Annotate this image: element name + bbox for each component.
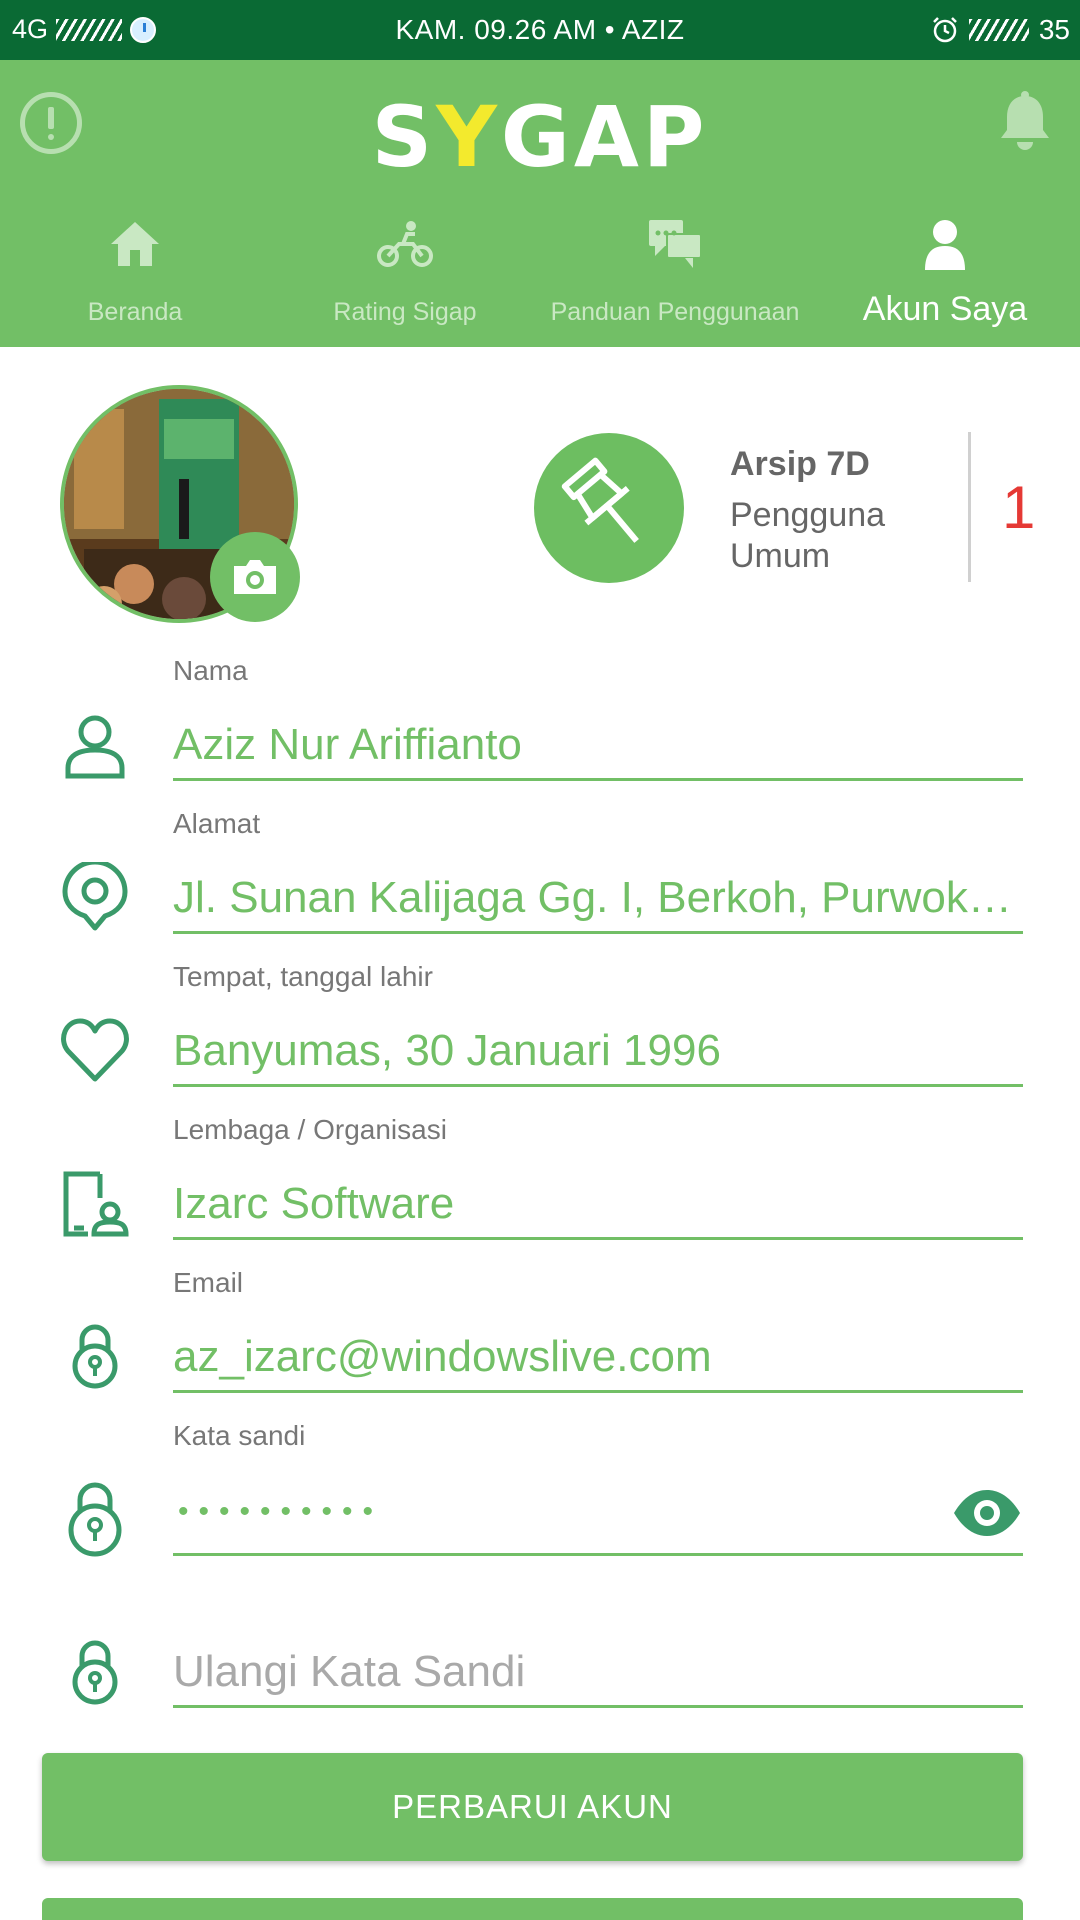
- org-underline: [173, 1237, 1023, 1240]
- name-underline: [173, 778, 1023, 781]
- org-field[interactable]: Izarc Software: [173, 1179, 1023, 1229]
- tab-akun-saya[interactable]: Akun Saya: [810, 200, 1080, 347]
- lock-icon: [68, 1482, 122, 1557]
- password-field[interactable]: ••••••••••: [178, 1495, 383, 1529]
- name-label: Nama: [173, 655, 248, 686]
- tab-label: Panduan Penggunaan: [550, 298, 800, 326]
- logo-tree-y: Y: [436, 88, 501, 186]
- org-label: Lembaga / Organisasi: [173, 1114, 447, 1145]
- secondary-button[interactable]: [42, 1898, 1023, 1920]
- change-photo-button[interactable]: [210, 532, 300, 622]
- tab-beranda[interactable]: Beranda: [0, 200, 270, 347]
- motorbike-icon: [377, 221, 433, 267]
- tab-panduan-penggunaan[interactable]: Panduan Penggunaan: [540, 200, 810, 347]
- lock-icon: [72, 1324, 118, 1389]
- status-center-text: KAM. 09.26 AM • AZIZ: [395, 14, 685, 45]
- address-label: Alamat: [173, 808, 261, 839]
- repeat-password-field[interactable]: Ulangi Kata Sandi: [173, 1647, 1023, 1697]
- home-icon: [111, 222, 159, 266]
- tab-rating-sigap[interactable]: Rating Sigap: [270, 200, 540, 347]
- badge-count: 1: [1002, 474, 1036, 541]
- tab-label: Beranda: [87, 298, 183, 326]
- app-logo: SYGAP: [0, 88, 1080, 186]
- tab-label: Akun Saya: [862, 290, 1028, 328]
- status-bar: 4G KAM. 09.26 AM • AZIZ 35: [0, 0, 1080, 60]
- heart-icon: [61, 1018, 129, 1082]
- logo-text-gap: GAP: [500, 88, 709, 186]
- user-icon: [925, 220, 965, 270]
- update-account-button[interactable]: PERBARUI AKUN: [42, 1753, 1023, 1861]
- battery-level: 35: [1038, 14, 1070, 45]
- chat-icon: [649, 220, 702, 268]
- lock-icon: [72, 1640, 118, 1705]
- tab-label: Rating Sigap: [333, 298, 477, 326]
- org-badge-icon: [63, 1171, 129, 1237]
- alarm-icon: [932, 17, 957, 43]
- birth-field[interactable]: Banyumas, 30 Januari 1996: [173, 1026, 1023, 1076]
- badge-title: Arsip 7D: [730, 445, 870, 483]
- eye-icon[interactable]: [952, 1488, 1022, 1538]
- badge-divider: [968, 432, 971, 582]
- camera-icon: [234, 560, 276, 594]
- address-underline: [173, 931, 1023, 934]
- location-pin-icon: [62, 862, 128, 931]
- pin-icon: [561, 457, 639, 543]
- email-underline: [173, 1390, 1023, 1393]
- tab-bar: Beranda Rating Sigap Panduan Penggunaan: [0, 200, 1080, 347]
- person-icon: [65, 715, 125, 779]
- app-header: SYGAP Beranda Rating Sigap Panduan Pengg…: [0, 60, 1080, 347]
- password-underline: [173, 1553, 1023, 1556]
- battery-icon: [968, 19, 1029, 41]
- password-label: Kata sandi: [173, 1420, 306, 1451]
- birth-underline: [173, 1084, 1023, 1087]
- address-field[interactable]: Jl. Sunan Kalijaga Gg. I, Berkoh, Purwok…: [173, 873, 1023, 923]
- name-field[interactable]: Aziz Nur Ariffianto: [173, 720, 1023, 770]
- email-label: Email: [173, 1267, 244, 1298]
- birth-label: Tempat, tanggal lahir: [173, 961, 433, 992]
- email-field[interactable]: az_izarc@windowslive.com: [173, 1332, 1023, 1382]
- archive-badge: [534, 433, 684, 583]
- logo-text-s: S: [371, 88, 437, 186]
- status-right: 35: [931, 14, 1070, 46]
- badge-subtitle: Pengguna Umum: [730, 496, 886, 575]
- repeat-password-underline: [173, 1705, 1023, 1708]
- bell-icon[interactable]: [996, 90, 1054, 154]
